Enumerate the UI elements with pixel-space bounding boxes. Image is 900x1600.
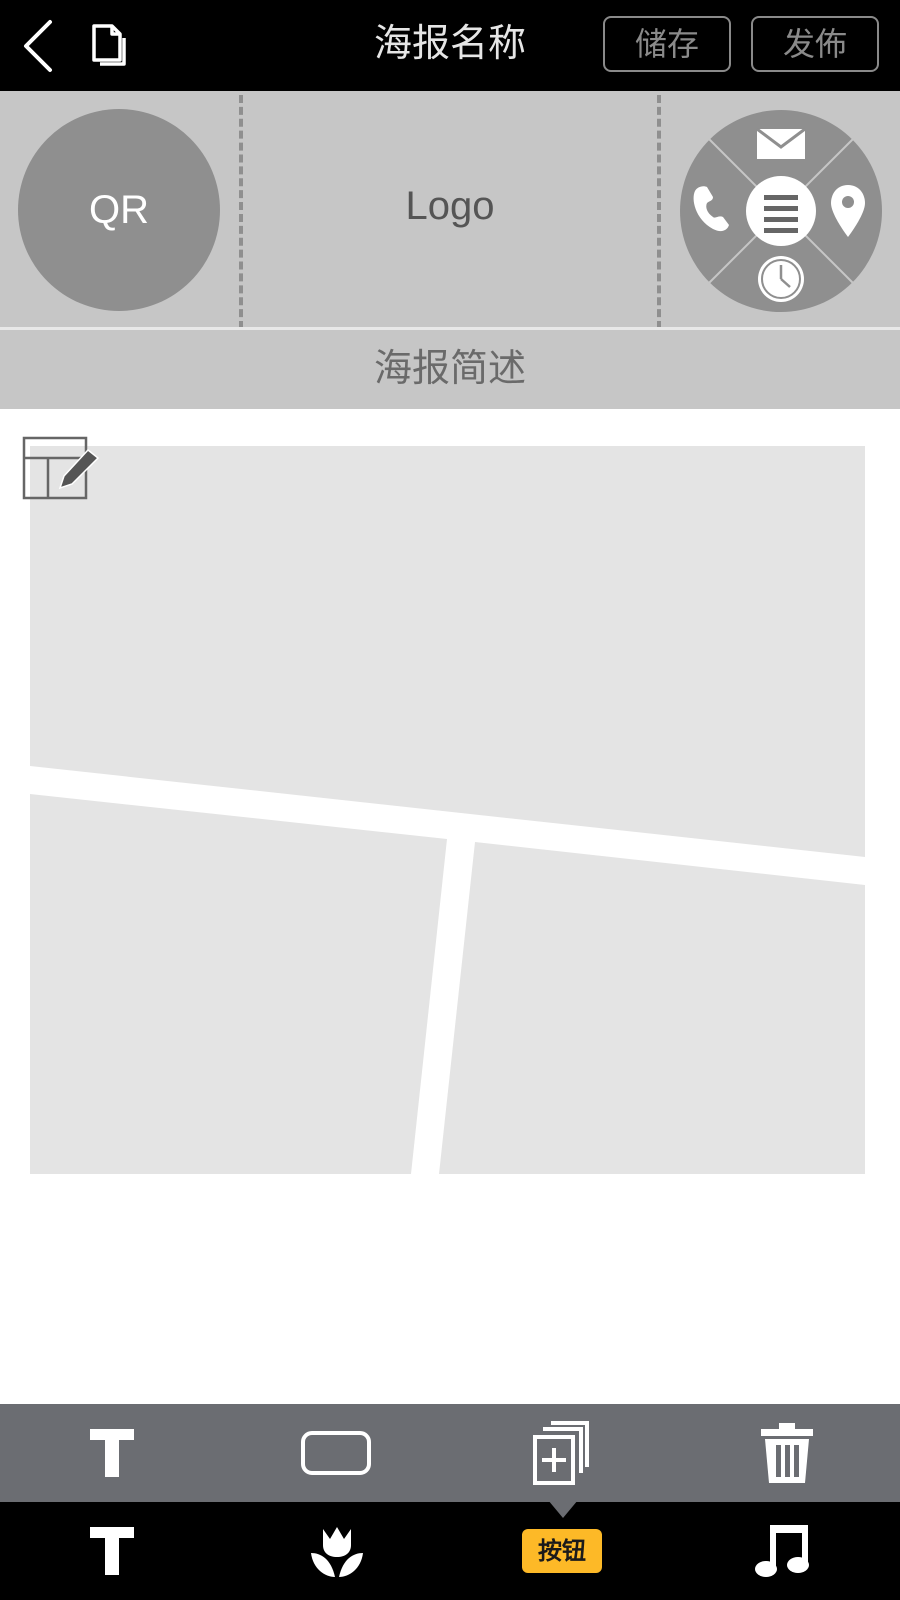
duplicate-icon[interactable] <box>502 1404 622 1502</box>
qr-placeholder[interactable]: QR <box>18 109 220 311</box>
text-style-icon[interactable] <box>52 1404 172 1502</box>
button-item-label: 按钮 <box>522 1529 602 1573</box>
image-panel <box>30 794 447 1174</box>
trash-icon[interactable] <box>727 1404 847 1502</box>
music-icon[interactable] <box>722 1502 842 1600</box>
header-divider <box>657 95 661 329</box>
image-panel <box>439 842 865 1174</box>
poster-description[interactable]: 海报简述 <box>0 330 900 409</box>
edit-toolbar <box>0 1404 900 1502</box>
layout-edit-icon[interactable] <box>22 436 100 500</box>
top-bar: 海报名称 储存 发佈 <box>0 0 900 91</box>
text-icon[interactable] <box>52 1502 172 1600</box>
poster-header: QR Logo <box>0 91 900 329</box>
document-icon[interactable] <box>86 20 130 70</box>
image-panel <box>30 446 865 857</box>
bottom-bar: 按钮 <box>0 1502 900 1600</box>
active-tab-pointer <box>548 1500 578 1518</box>
back-icon[interactable] <box>18 18 58 74</box>
button-shape-icon[interactable] <box>276 1404 396 1502</box>
contact-wheel[interactable] <box>679 109 883 313</box>
mail-icon[interactable] <box>756 127 806 159</box>
poster-title: 海报名称 <box>373 23 526 65</box>
save-button[interactable]: 储存 <box>603 16 731 72</box>
clock-icon[interactable] <box>758 256 804 302</box>
flower-icon[interactable] <box>277 1502 397 1600</box>
poster-canvas <box>0 409 900 1409</box>
header-divider <box>239 95 243 329</box>
logo-placeholder[interactable]: Logo <box>244 91 656 321</box>
publish-button[interactable]: 发佈 <box>751 16 879 72</box>
